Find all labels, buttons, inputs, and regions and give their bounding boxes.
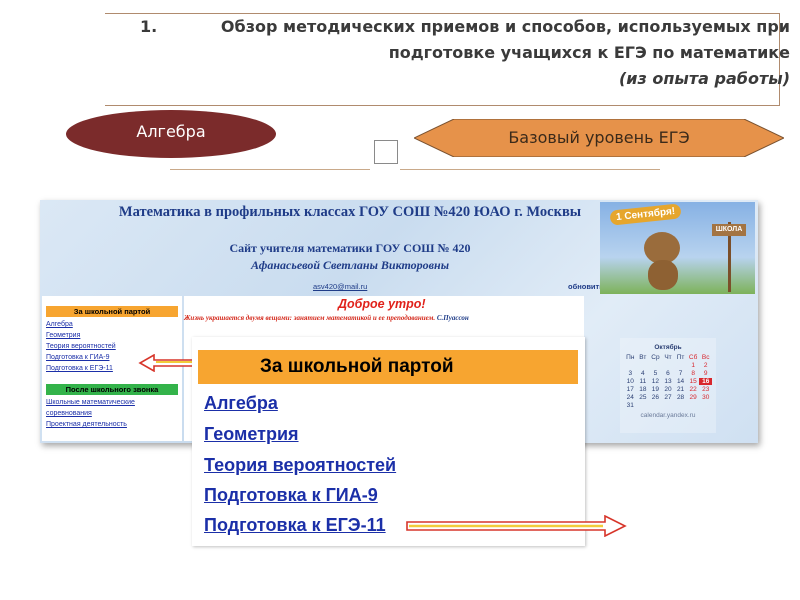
calendar-day[interactable]: 20 <box>662 386 675 393</box>
slide-title: 1. Обзор методических приемов и способов… <box>130 14 790 92</box>
algebra-oval: Алгебра <box>66 110 276 158</box>
quote-author: С.Пуассон <box>436 314 469 322</box>
calendar-weekday: Пт <box>676 354 685 361</box>
calendar-day <box>662 402 675 409</box>
calendar-day[interactable]: 13 <box>662 378 675 385</box>
calendar-day[interactable]: 21 <box>674 386 687 393</box>
calendar-widget: Октябрь Пн Вт Ср Чт Пт Сб Вс 1 2 3 4 5 6 7 8 9 10 11 12 13 1… <box>620 338 716 433</box>
title-line-2: подготовке учащихся к ЕГЭ по математике <box>388 43 790 62</box>
calendar-day[interactable]: 28 <box>674 394 687 401</box>
greeting-title: Доброе утро! <box>338 297 426 311</box>
calendar-day <box>699 402 712 409</box>
calendar-day <box>649 402 662 409</box>
calendar-day <box>637 402 650 409</box>
sidebar-link-competitions[interactable]: Школьные математические <box>46 398 178 408</box>
calendar-day[interactable]: 26 <box>649 394 662 401</box>
calendar-day[interactable]: 4 <box>637 370 650 377</box>
zoomed-link-geometry[interactable]: Геометрия <box>204 424 299 445</box>
zoomed-link-algebra[interactable]: Алгебра <box>204 393 278 414</box>
calendar-day[interactable]: 6 <box>662 370 675 377</box>
calendar-month: Октябрь <box>654 344 682 351</box>
calendar-weekday: Сб <box>688 354 698 361</box>
site-subtitle-line-2: Афанасьевой Светланы Викторовны <box>250 258 450 272</box>
square-icon <box>374 140 398 164</box>
site-email-link[interactable]: asv420@mail.ru <box>313 282 367 291</box>
left-arrow-icon <box>138 354 197 372</box>
calendar-weekday: Чт <box>664 354 672 361</box>
calendar-day[interactable]: 22 <box>687 386 700 393</box>
bear-body-icon <box>648 260 678 290</box>
calendar-day <box>674 402 687 409</box>
calendar-day[interactable]: 15 <box>687 378 700 385</box>
sidebar-section-school: За школьной партой <box>46 306 178 317</box>
calendar-day[interactable]: 14 <box>674 378 687 385</box>
sidebar-link-probability[interactable]: Теория вероятностей <box>46 342 178 352</box>
calendar-day[interactable]: 2 <box>699 362 712 369</box>
calendar-day[interactable]: 1 <box>687 362 700 369</box>
site-subtitle-line-1: Сайт учителя математики ГОУ СОШ № 420 <box>229 241 471 255</box>
calendar-day[interactable]: 17 <box>624 386 637 393</box>
school-sign: ШКОЛА <box>712 224 746 236</box>
calendar-weekday: Пн <box>626 354 635 361</box>
right-arrow-icon <box>406 515 627 537</box>
calendar-day[interactable]: 9 <box>699 370 712 377</box>
calendar-day[interactable]: 24 <box>624 394 637 401</box>
calendar-day[interactable]: 5 <box>649 370 662 377</box>
calendar-day[interactable]: 31 <box>624 402 637 409</box>
title-number: 1. <box>140 17 158 36</box>
sidebar-link-projects[interactable]: Проектная деятельность <box>46 420 178 430</box>
site-subtitle: Сайт учителя математики ГОУ СОШ № 420 Аф… <box>160 240 540 274</box>
divider-line-left <box>170 169 370 170</box>
calendar-day[interactable]: 7 <box>674 370 687 377</box>
calendar-day <box>687 402 700 409</box>
sidebar-section-after-school: После школьного звонка <box>46 384 178 395</box>
calendar-footer: calendar.yandex.ru <box>640 412 696 419</box>
level-label: Базовый уровень ЕГЭ <box>508 128 690 147</box>
calendar-day[interactable]: 3 <box>624 370 637 377</box>
calendar-grid: Пн Вт Ср Чт Пт Сб Вс 1 2 3 4 5 6 7 8 9 10 11 12 13 14 15 16 17 1… <box>624 354 712 409</box>
zoomed-link-probability[interactable]: Теория вероятностей <box>204 455 396 476</box>
title-line-1: Обзор методических приемов и способов, и… <box>220 17 790 36</box>
calendar-day[interactable]: 25 <box>637 394 650 401</box>
greeting-quote: Жизнь украшается двумя вещами: занятием … <box>184 314 584 322</box>
calendar-day <box>637 362 650 369</box>
sidebar-link-geometry[interactable]: Геометрия <box>46 331 178 341</box>
calendar-day[interactable]: 23 <box>699 386 712 393</box>
welcome-banner: 1 Сентября! ШКОЛА <box>600 202 755 294</box>
zoomed-menu-header: За школьной партой <box>198 350 578 384</box>
calendar-day <box>662 362 675 369</box>
calendar-day[interactable]: 12 <box>649 378 662 385</box>
sidebar-link-competitions-2[interactable]: соревнования <box>46 409 178 419</box>
calendar-day[interactable]: 16 <box>699 378 712 385</box>
divider-line-right <box>400 169 660 170</box>
calendar-weekday: Ср <box>651 354 660 361</box>
zoomed-link-gia9[interactable]: Подготовка к ГИА-9 <box>204 485 378 506</box>
date-badge: 1 Сентября! <box>609 203 682 226</box>
calendar-day[interactable]: 27 <box>662 394 675 401</box>
calendar-day <box>624 362 637 369</box>
calendar-day[interactable]: 29 <box>687 394 700 401</box>
calendar-weekday: Вс <box>701 354 710 361</box>
site-header-title: Математика в профильных классах ГОУ СОШ … <box>118 204 582 220</box>
calendar-day[interactable]: 18 <box>637 386 650 393</box>
calendar-day[interactable]: 10 <box>624 378 637 385</box>
calendar-weekday: Вт <box>639 354 647 361</box>
calendar-day[interactable]: 8 <box>687 370 700 377</box>
calendar-day <box>649 362 662 369</box>
quote-text: Жизнь украшается двумя вещами: занятием … <box>184 314 436 322</box>
sidebar-link-algebra[interactable]: Алгебра <box>46 320 178 330</box>
calendar-day <box>674 362 687 369</box>
calendar-day[interactable]: 30 <box>699 394 712 401</box>
title-line-3: (из опыта работы) <box>618 69 790 88</box>
zoomed-link-ege11[interactable]: Подготовка к ЕГЭ-11 <box>204 515 386 536</box>
calendar-day[interactable]: 19 <box>649 386 662 393</box>
calendar-day[interactable]: 11 <box>637 378 650 385</box>
